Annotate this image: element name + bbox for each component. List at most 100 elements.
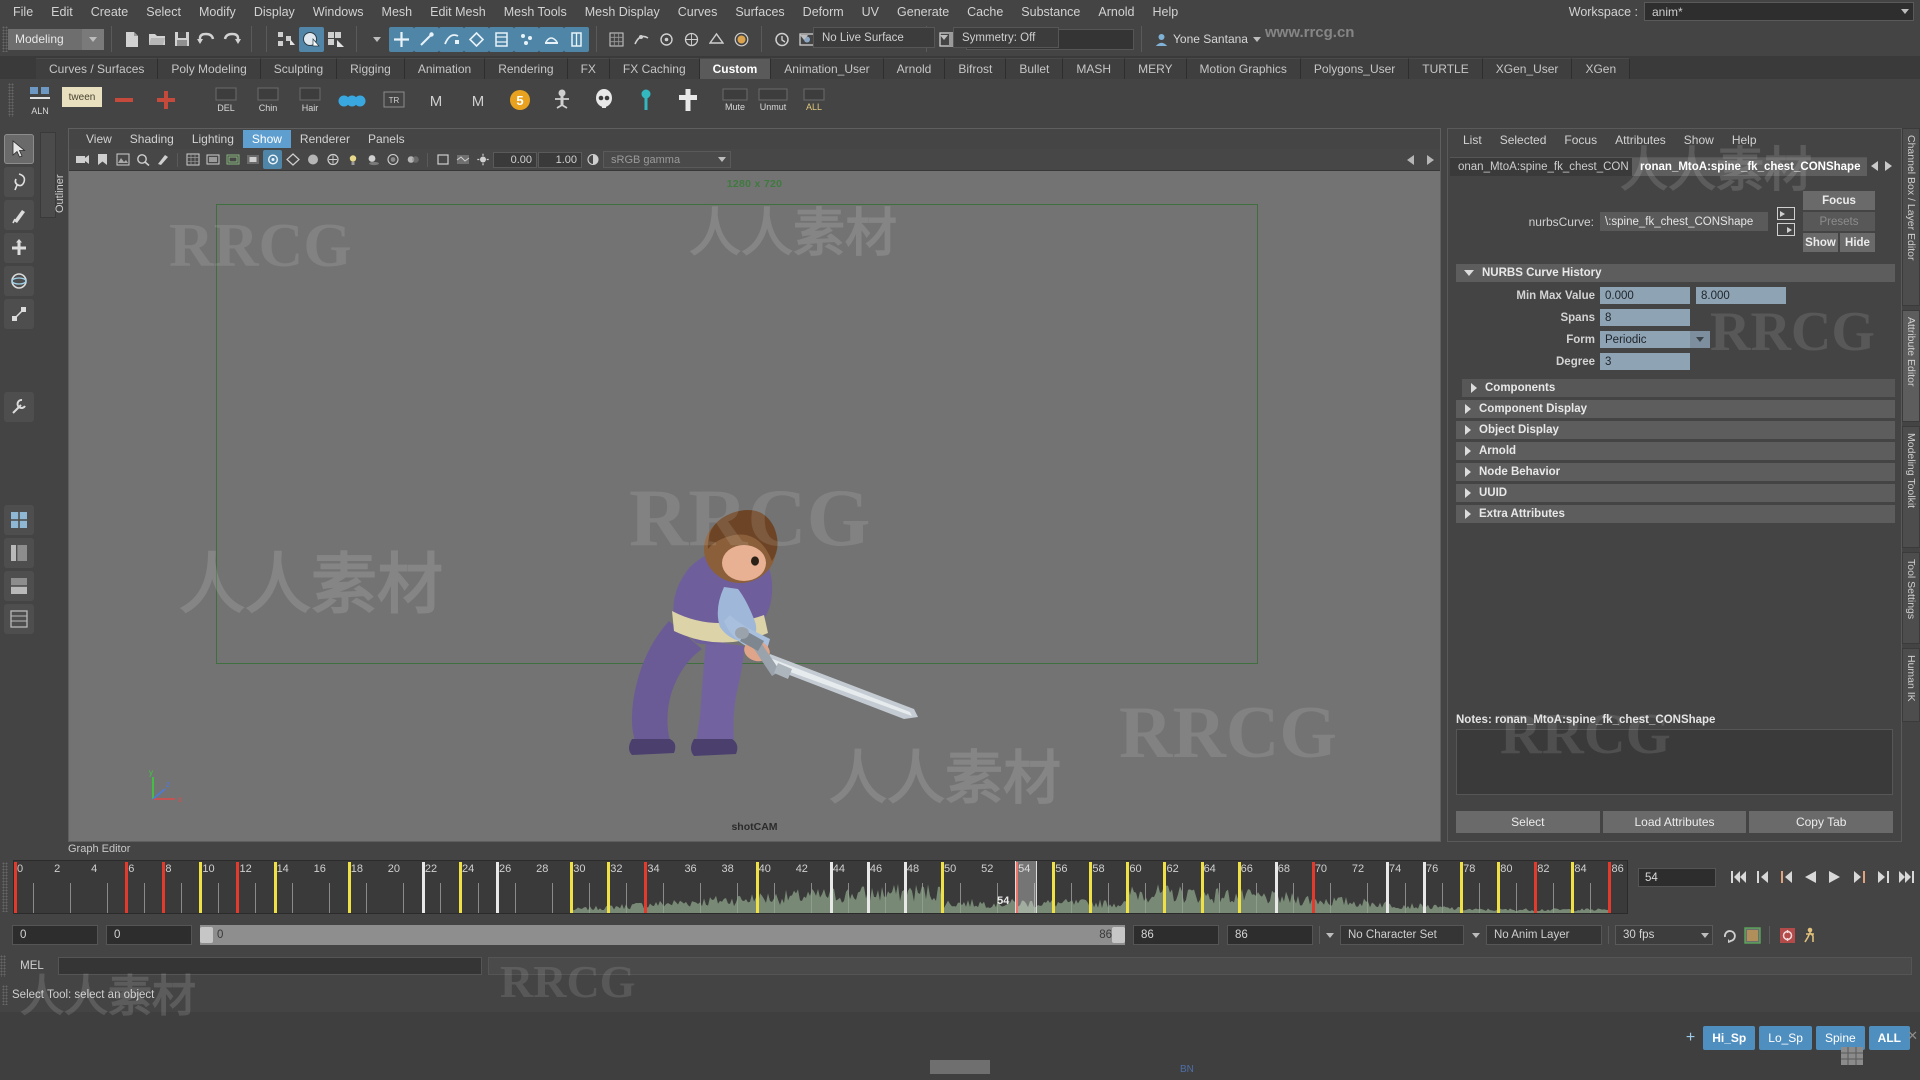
shelf-button-skull[interactable] (584, 81, 624, 119)
shelf-tab-fx-caching[interactable]: FX Caching (609, 58, 700, 79)
menu-uv[interactable]: UV (853, 2, 888, 22)
paint-select-tool-button[interactable] (4, 200, 34, 230)
3d-viewport[interactable]: 1280 x 720 shotCAM y x z RRCG 人人素材 人人素材 … (69, 171, 1440, 841)
section-arnold[interactable]: Arnold (1456, 442, 1895, 460)
shelf-button-cross[interactable] (668, 81, 708, 119)
timeline-keyframe[interactable] (14, 862, 17, 913)
section-components[interactable]: Components (1462, 379, 1895, 397)
timeline-gripper[interactable] (2, 862, 8, 912)
image-plane-icon[interactable] (113, 150, 132, 169)
live-surface-chevron-icon[interactable] (800, 35, 808, 40)
smooth-shade-icon[interactable] (303, 150, 322, 169)
shelf-tab-mash[interactable]: MASH (1063, 58, 1126, 79)
set-button-all[interactable]: ALL (1868, 1026, 1910, 1050)
menu-file[interactable]: File (4, 2, 42, 22)
shelf-button-minus[interactable] (104, 81, 144, 119)
layout-outliner-persp-button[interactable] (4, 538, 34, 568)
range-end-time-field[interactable]: 86 (1133, 925, 1219, 945)
set-button-lo-sp[interactable]: Lo_Sp (1759, 1026, 1812, 1050)
shelf-tab-bifrost[interactable]: Bifrost (945, 58, 1007, 79)
character-set-chevron-icon[interactable] (1326, 932, 1334, 938)
viewport-menu-panels[interactable]: Panels (359, 130, 414, 148)
construction-history-icon[interactable] (769, 27, 794, 52)
loop-playback-button[interactable] (1719, 925, 1741, 946)
playback-speed-selector[interactable]: 30 fps (1615, 925, 1713, 945)
step-back-frame-button[interactable] (1778, 868, 1795, 886)
timeline-keyframe[interactable] (941, 862, 944, 913)
ae-menu-attributes[interactable]: Attributes (1606, 131, 1675, 149)
notes-textarea[interactable] (1456, 729, 1893, 795)
menu-mesh-tools[interactable]: Mesh Tools (495, 2, 576, 22)
misc-mask-icon[interactable] (564, 26, 589, 52)
display-textures-icon[interactable] (453, 150, 472, 169)
timeline-keyframe[interactable] (607, 862, 611, 913)
range-slider[interactable]: 0 86 (200, 925, 1125, 945)
menu-arnold[interactable]: Arnold (1089, 2, 1143, 22)
lasso-select-tool-button[interactable] (4, 167, 34, 197)
shelf-tab-custom[interactable]: Custom (699, 58, 772, 79)
set-button-hi-sp[interactable]: Hi_Sp (1703, 1026, 1756, 1050)
menu-edit-mesh[interactable]: Edit Mesh (421, 2, 495, 22)
select-by-hierarchy-button[interactable] (274, 27, 299, 52)
grease-pencil-icon[interactable] (153, 150, 172, 169)
shelf-button-plus[interactable] (146, 81, 186, 119)
shelf-tab-curves-surfaces[interactable]: Curves / Surfaces (36, 58, 159, 79)
animation-preferences-button[interactable] (1776, 925, 1798, 946)
viewport-prev-icon[interactable] (1401, 150, 1420, 169)
resolution-gate-icon[interactable] (223, 150, 242, 169)
wireframe-shaded-icon[interactable] (283, 150, 302, 169)
ambient-occlusion-icon[interactable] (383, 150, 402, 169)
shelf-tab-polygons-user[interactable]: Polygons_User (1300, 58, 1410, 79)
menu-surfaces[interactable]: Surfaces (726, 2, 793, 22)
rendering-mask-icon[interactable] (539, 26, 564, 52)
anim-start-time-field[interactable]: 0 (12, 925, 98, 945)
timeline-keyframe[interactable] (125, 862, 129, 913)
menu-set-selector[interactable]: Modeling (8, 28, 104, 50)
layout-four-view-button[interactable] (4, 505, 34, 535)
snap-to-curve-icon[interactable] (629, 27, 654, 52)
shelf-button-blue-blobs[interactable] (332, 81, 372, 119)
xray-icon[interactable] (263, 150, 282, 169)
dynamics-mask-icon[interactable] (514, 26, 539, 52)
time-slider[interactable]: 0 2 4 6 8 10 12 14 16 18 20 22 24 26 28 30 32 34 36 38 40 42 4… (13, 860, 1628, 914)
shelf-tab-animation[interactable]: Animation (404, 58, 486, 79)
timeline-keyframe[interactable] (199, 862, 203, 913)
shelf-button-m2[interactable]: M (458, 81, 498, 119)
handle-mask-icon[interactable] (389, 26, 414, 52)
shelf-button-skeleton[interactable] (542, 81, 582, 119)
layout-persp-hypershade-button[interactable] (4, 604, 34, 634)
move-tool-button[interactable] (4, 233, 34, 263)
shaded-textured-icon[interactable] (323, 150, 342, 169)
range-start-time-field[interactable]: 0 (106, 925, 192, 945)
symmetry-chevron-icon[interactable] (940, 35, 948, 40)
timeline-keyframe[interactable] (1237, 862, 1241, 913)
timeline-keyframe[interactable] (1534, 862, 1538, 913)
gamma-field[interactable]: 1.00 (538, 151, 582, 168)
viewport-menu-renderer[interactable]: Renderer (291, 130, 359, 148)
motion-blur-icon[interactable] (403, 150, 422, 169)
new-scene-button[interactable] (119, 27, 144, 52)
shelf-tab-rendering[interactable]: Rendering (485, 58, 568, 79)
section-uuid[interactable]: UUID (1456, 484, 1895, 502)
menu-display[interactable]: Display (245, 2, 304, 22)
open-scene-button[interactable] (144, 27, 169, 52)
timeline-keyframe[interactable] (347, 862, 351, 913)
focus-button[interactable]: Focus (1803, 191, 1875, 210)
ae-tab-transform[interactable]: onan_MtoA:spine_fk_chest_CON (1450, 156, 1632, 176)
timeline-keyframe[interactable] (1274, 862, 1278, 913)
play-forwards-button[interactable] (1826, 868, 1843, 886)
current-time-indicator[interactable] (1015, 861, 1038, 913)
timeline-keyframe[interactable] (273, 862, 277, 913)
use-default-lighting-icon[interactable] (343, 150, 362, 169)
mel-label[interactable]: MEL (6, 960, 58, 972)
timeline-keyframe[interactable] (1163, 862, 1167, 913)
current-frame-field[interactable]: 54 (1638, 868, 1716, 887)
snap-to-point-icon[interactable] (654, 27, 679, 52)
ae-menu-help[interactable]: Help (1723, 131, 1766, 149)
anim-layer-chevron-icon[interactable] (1472, 932, 1480, 938)
shelf-button-tween[interactable]: tween (62, 87, 102, 107)
menu-curves[interactable]: Curves (669, 2, 727, 22)
menu-windows[interactable]: Windows (304, 2, 373, 22)
snap-to-projected-center-icon[interactable] (679, 27, 704, 52)
shelf-tab-mery[interactable]: MERY (1125, 58, 1187, 79)
